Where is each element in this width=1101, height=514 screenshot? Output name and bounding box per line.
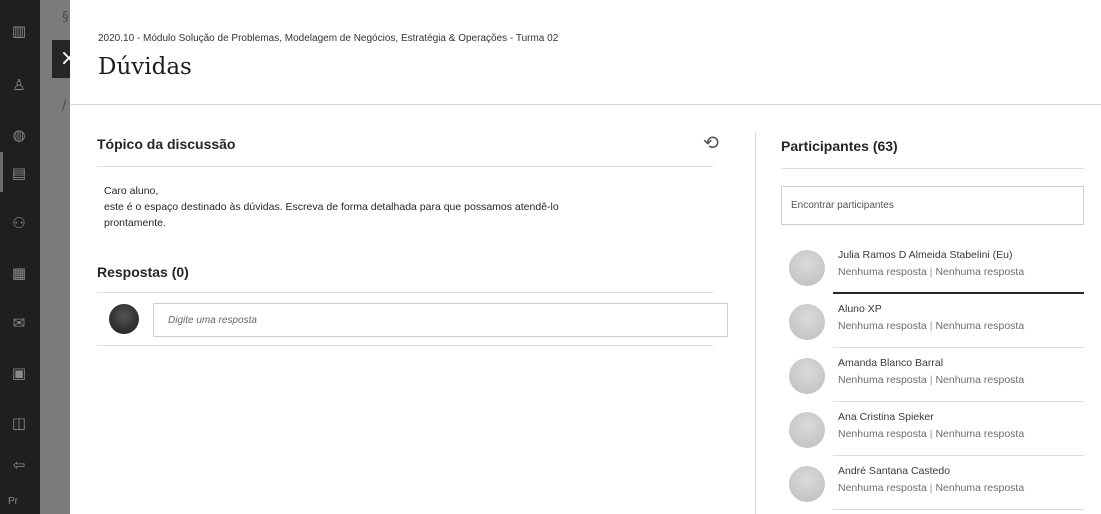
item-divider — [833, 455, 1084, 456]
topic-line: prontamente. — [104, 217, 166, 229]
participant-item[interactable]: André Santana Castedo Nenhuma resposta | N… — [781, 458, 1084, 512]
find-participants-input[interactable] — [781, 186, 1084, 225]
topic-divider — [97, 166, 713, 167]
participant-item[interactable]: Ana Cristina Spieker Nenhuma resposta | Ne… — [781, 404, 1084, 458]
avatar — [109, 304, 139, 334]
avatar — [789, 304, 825, 340]
participant-item[interactable]: Amanda Blanco Barral Nenhuma resposta | Ne… — [781, 350, 1084, 404]
pencil-icon: ∕ — [62, 98, 67, 113]
participant-name: Ana Cristina Spieker — [838, 411, 934, 423]
reply-divider — [97, 345, 713, 346]
grades-icon[interactable]: ▣ — [10, 364, 28, 382]
status-a: Nenhuma resposta — [838, 374, 927, 386]
topic-line: Caro aluno, — [104, 185, 159, 197]
participant-item[interactable]: Aluno XP Nenhuma resposta | Nenhuma respos… — [781, 296, 1084, 350]
building-icon[interactable]: ▥ — [10, 22, 28, 40]
topic-title: Tópico da discussão — [97, 136, 236, 152]
participant-status: Nenhuma resposta | Nenhuma resposta — [838, 374, 1024, 386]
user-icon[interactable]: ♙ — [10, 76, 28, 94]
status-a: Nenhuma resposta — [838, 482, 927, 494]
avatar — [789, 358, 825, 394]
topic-header: Tópico da discussão ⟲ — [97, 122, 719, 158]
status-a: Nenhuma resposta — [838, 266, 927, 278]
topic-line: este é o espaço destinado às dúvidas. Es… — [104, 201, 559, 213]
participant-item[interactable]: Julia Ramos D Almeida Stabelini (Eu) Nen… — [781, 242, 1084, 296]
status-b: Nenhuma resposta — [935, 428, 1025, 440]
ribbon-icon: § — [62, 10, 69, 25]
status-b: Nenhuma resposta — [935, 482, 1025, 494]
status-a: Nenhuma resposta — [838, 320, 927, 332]
groups-icon[interactable]: ⚇ — [10, 214, 28, 232]
breadcrumb[interactable]: 2020.10 - Módulo Solução de Problemas, M… — [98, 33, 558, 44]
courses-icon[interactable]: ▤ — [10, 164, 28, 182]
topic-body: Caro aluno, este é o espaço destinado às… — [97, 183, 713, 231]
responses-title: Respostas (0) — [97, 264, 189, 280]
status-b: Nenhuma resposta — [935, 374, 1025, 386]
participant-status: Nenhuma resposta | Nenhuma resposta — [838, 266, 1024, 278]
header-divider — [70, 104, 1101, 105]
topic-column: Tópico da discussão ⟲ Caro aluno, este é… — [97, 122, 728, 346]
column-divider — [755, 132, 756, 514]
globe-icon[interactable]: ◍ — [10, 126, 28, 144]
page-title: Dúvidas — [98, 54, 192, 80]
participants-column: Participantes (63) Julia Ramos D Almeida… — [781, 122, 1084, 510]
avatar — [789, 250, 825, 286]
item-divider — [833, 509, 1084, 510]
participant-status: Nenhuma resposta | Nenhuma resposta — [838, 428, 1024, 440]
calendar-icon[interactable]: ▦ — [10, 264, 28, 282]
signout-icon[interactable]: ⇦ — [10, 456, 28, 474]
participant-list: Julia Ramos D Almeida Stabelini (Eu) Nen… — [781, 242, 1084, 512]
avatar — [789, 412, 825, 448]
participant-status: Nenhuma resposta | Nenhuma resposta — [838, 482, 1024, 494]
participants-divider — [781, 168, 1084, 169]
status-a: Nenhuma resposta — [838, 428, 927, 440]
avatar — [789, 466, 825, 502]
discussion-panel: 2020.10 - Módulo Solução de Problemas, M… — [70, 0, 1101, 514]
item-divider — [833, 292, 1084, 294]
active-indicator — [0, 152, 3, 192]
reply-row — [97, 293, 728, 343]
app-rail: ▥ ♙ ◍ ▤ ⚇ ▦ ✉ ▣ ◫ ⇦ Pr — [0, 0, 40, 514]
item-divider — [833, 401, 1084, 402]
status-b: Nenhuma resposta — [935, 320, 1025, 332]
reply-input[interactable] — [153, 303, 728, 337]
status-b: Nenhuma resposta — [935, 266, 1025, 278]
participant-name: André Santana Castedo — [838, 465, 951, 477]
tools-icon[interactable]: ◫ — [10, 414, 28, 432]
item-divider — [833, 347, 1084, 348]
participant-name: Amanda Blanco Barral — [838, 357, 944, 369]
rail-footer-text: Pr — [8, 496, 18, 507]
participants-title: Participantes (63) — [781, 138, 898, 154]
participant-status: Nenhuma resposta | Nenhuma resposta — [838, 320, 1024, 332]
participant-name: Julia Ramos D Almeida Stabelini (Eu) — [838, 249, 1013, 261]
participant-name: Aluno XP — [838, 303, 882, 315]
refresh-icon[interactable]: ⟲ — [700, 132, 722, 154]
messages-icon[interactable]: ✉ — [10, 314, 28, 332]
